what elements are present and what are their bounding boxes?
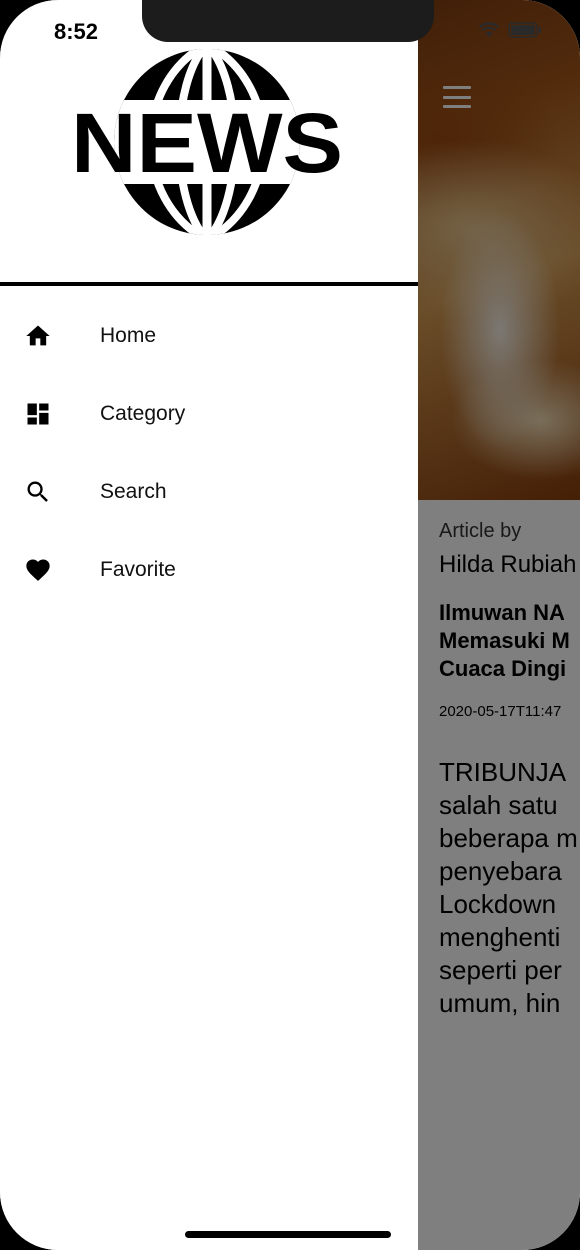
drawer-nav: Home Category Search Favorite [0, 297, 418, 609]
drawer-item-label: Category [100, 402, 186, 425]
home-indicator[interactable] [185, 1231, 391, 1238]
drawer-item-label: Search [100, 480, 167, 503]
wifi-icon [478, 22, 500, 37]
drawer-item-label: Home [100, 324, 157, 347]
navigation-drawer: NEWS Home Category Search Favorite [0, 0, 418, 1250]
status-icons [478, 22, 542, 38]
dashboard-icon [24, 400, 52, 428]
drawer-item-home[interactable]: Home [0, 297, 418, 375]
drawer-item-favorite[interactable]: Favorite [0, 531, 418, 609]
battery-icon [508, 22, 541, 38]
drawer-item-search[interactable]: Search [0, 453, 418, 531]
phone-screen: Article by Hilda Rubiah Ilmuwan NA Memas… [0, 0, 580, 1250]
logo-text: NEWS [71, 96, 343, 190]
status-time: 8:52 [54, 19, 99, 44]
drawer-item-label: Favorite [100, 558, 176, 581]
home-icon [24, 322, 52, 350]
heart-icon [24, 556, 52, 584]
news-logo: NEWS [71, 49, 343, 235]
device-notch [142, 0, 434, 42]
search-icon [24, 478, 52, 506]
drawer-item-category[interactable]: Category [0, 375, 418, 453]
